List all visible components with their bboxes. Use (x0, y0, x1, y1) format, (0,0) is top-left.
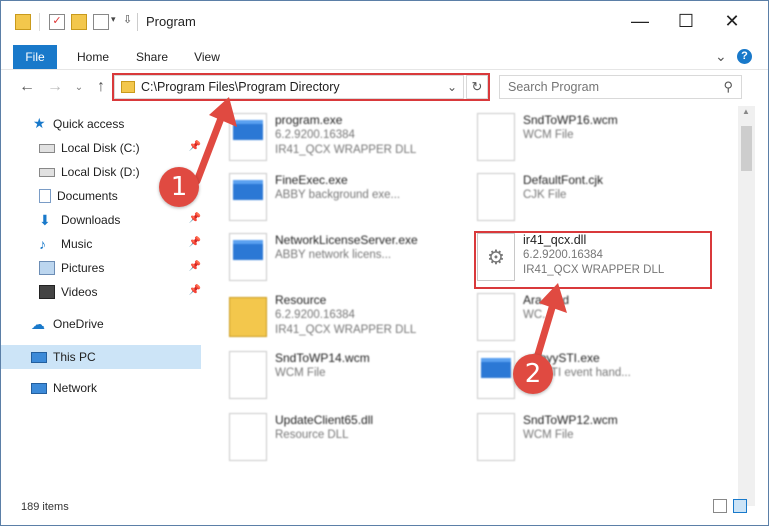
step-badge-1: 1 (159, 167, 199, 207)
arrow-2 (532, 283, 567, 365)
arrow-1 (193, 97, 237, 185)
step-badge-2: 2 (513, 354, 553, 394)
annotation-arrows (193, 97, 567, 365)
explorer-window: ✓ ▾ ⇩ Program — ☐ ✕ File Home Share View… (0, 0, 769, 526)
